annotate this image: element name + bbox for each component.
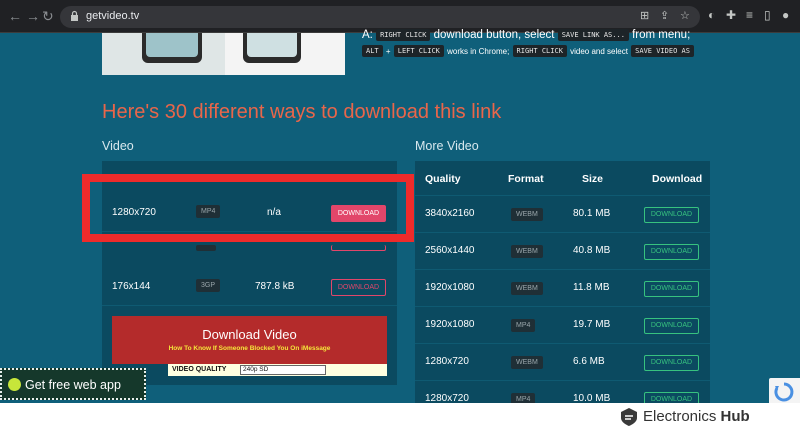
download-button[interactable]: DOWNLOAD (644, 244, 699, 260)
chrome-icon (8, 378, 21, 391)
phone-image-right (243, 23, 301, 63)
row-quality: 3840x2160 (425, 208, 475, 219)
video-size: 787.8 kB (255, 281, 295, 292)
instruction-text: video and select (570, 47, 628, 57)
row-quality: 1920x1080 (425, 319, 475, 330)
video-quality-select[interactable]: 240p SD (240, 365, 326, 375)
phone-image-left (142, 23, 202, 63)
format-badge: WEBM (511, 282, 543, 295)
reload-icon[interactable]: ↻ (42, 8, 54, 25)
table-row: 2560x1440 WEBM 40.8 MB DOWNLOAD (415, 232, 710, 269)
kbd-right-click: RIGHT CLICK (512, 45, 567, 57)
row-quality: 1280x720 (425, 393, 469, 403)
video-quality-bar: VIDEO QUALITY 240p SD (168, 364, 387, 376)
electronics-hub-logo-icon (621, 408, 637, 426)
lock-icon (71, 10, 78, 21)
recaptcha-icon (774, 382, 794, 402)
row-size: 19.7 MB (573, 319, 611, 330)
header-format: Format (508, 173, 544, 185)
row-size: 10.0 MB (573, 393, 611, 403)
download-button[interactable]: DOWNLOAD (644, 207, 699, 223)
forward-icon[interactable]: → (26, 8, 40, 24)
instruction-text: from menu; (632, 29, 691, 42)
table-row: 1280x720 MP4 10.0 MB DOWNLOAD (415, 380, 710, 403)
brand-light: Electronics (643, 408, 717, 425)
more-video-panel: Quality Format Size Download 3840x2160 W… (415, 161, 710, 403)
download-button[interactable]: DOWNLOAD (644, 355, 699, 371)
row-quality: 1280x720 (425, 356, 469, 367)
row-size: 6.6 MB (573, 356, 605, 367)
get-web-app-label: Get free web app (25, 378, 121, 392)
row-size: 11.8 MB (573, 282, 610, 293)
footer-bar: Electronics Hub (0, 403, 800, 430)
row-size: 40.8 MB (573, 245, 611, 256)
ad-subtitle: How To Know If Someone Blocked You On iM… (168, 345, 331, 352)
header-quality: Quality (425, 173, 461, 185)
kbd-save-link: SAVE LINK AS... (557, 29, 629, 41)
instruction-line-2: ALT + LEFT CLICK works in Chrome; RIGHT … (362, 45, 694, 57)
row-quality: 1920x1080 (425, 282, 475, 293)
page-heading: Here's 30 different ways to download thi… (102, 101, 502, 123)
video-section-title: Video (102, 139, 134, 153)
url-text: getvideo.tv (86, 10, 140, 22)
install-icon[interactable]: ⊞ (640, 9, 649, 22)
video-resolution: 176x144 (112, 281, 151, 292)
table-row: 1920x1080 MP4 19.7 MB DOWNLOAD (415, 306, 710, 343)
recaptcha-badge[interactable] (769, 378, 800, 405)
video-quality-value: 240p SD (243, 366, 269, 373)
video-quality-label: VIDEO QUALITY (172, 366, 227, 373)
kbd-save-video: SAVE VIDEO AS (631, 45, 694, 57)
format-badge: WEBM (511, 208, 543, 221)
video-row: 176x144 3GP 787.8 kB DOWNLOAD (102, 269, 397, 306)
profile-avatar[interactable]: ● (782, 8, 789, 22)
puzzle-icon[interactable]: ✚ (726, 8, 736, 22)
header-download: Download (652, 173, 703, 185)
table-row: 1920x1080 WEBM 11.8 MB DOWNLOAD (415, 269, 710, 306)
format-badge: WEBM (511, 245, 543, 258)
format-badge: 3GP (196, 279, 221, 292)
instruction-prefix: A: (362, 29, 373, 42)
media-icon[interactable]: ≡ (746, 8, 753, 22)
sidepanel-icon[interactable]: ▯ (764, 8, 771, 22)
extension-icon[interactable]: ◐ (708, 8, 715, 22)
download-button[interactable]: DOWNLOAD (644, 392, 699, 403)
highlight-box (82, 174, 414, 242)
row-size: 80.1 MB (573, 208, 611, 219)
format-badge-partial (196, 245, 216, 251)
share-icon[interactable]: ⇪ (660, 9, 669, 22)
format-badge: MP4 (511, 319, 536, 332)
instruction-plus: + (385, 47, 391, 57)
download-button[interactable]: DOWNLOAD (644, 318, 699, 334)
row-quality: 2560x1440 (425, 245, 475, 256)
address-bar[interactable]: getvideo.tv ⊞ ⇪ ☆ (60, 6, 700, 28)
format-badge: WEBM (511, 356, 543, 369)
back-icon[interactable]: ← (8, 8, 22, 24)
header-size: Size (582, 173, 604, 185)
table-row: 3840x2160 WEBM 80.1 MB DOWNLOAD (415, 195, 710, 232)
bookmark-star-icon[interactable]: ☆ (680, 9, 690, 22)
download-button[interactable]: DOWNLOAD (331, 279, 386, 296)
download-button-partial[interactable] (331, 245, 386, 251)
more-video-section-title: More Video (415, 139, 479, 153)
brand-bold: Hub (720, 408, 750, 425)
kbd-alt: ALT (362, 45, 383, 57)
thumbnail-right (225, 23, 345, 75)
table-row: 1280x720 WEBM 6.6 MB DOWNLOAD (415, 343, 710, 380)
format-badge: MP4 (511, 393, 536, 403)
download-button[interactable]: DOWNLOAD (644, 281, 699, 297)
brand-name: Electronics Hub (643, 408, 750, 425)
kbd-right-click: RIGHT CLICK (376, 29, 431, 41)
kbd-left-click: LEFT CLICK (393, 45, 444, 57)
instruction-text: works in Chrome; (447, 47, 510, 57)
thumbnail-left (102, 23, 225, 75)
get-web-app-button[interactable]: Get free web app (0, 368, 146, 400)
instruction-text: download button, select (433, 29, 555, 42)
ad-title: Download Video (202, 327, 297, 342)
instruction-line-1: A: RIGHT CLICK download button, select S… (362, 29, 690, 41)
download-video-ad[interactable]: Download Video How To Know If Someone Bl… (112, 316, 387, 364)
